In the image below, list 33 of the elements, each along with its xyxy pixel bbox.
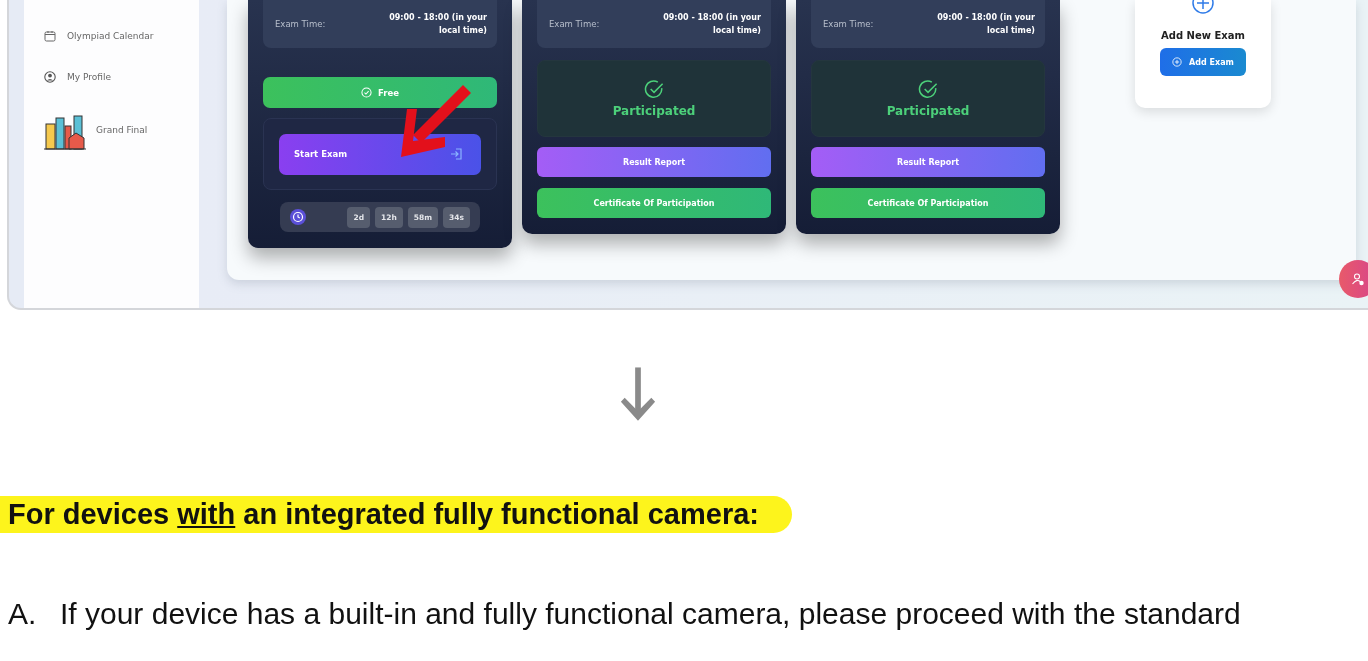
section-heading: For devices with an integrated fully functional camera: [0,496,792,533]
participated-label: Participated [612,104,696,118]
result-report-button[interactable]: Result Report [811,147,1045,177]
user-icon [1351,272,1365,286]
plus-circle-icon [1172,57,1183,67]
certificate-button[interactable]: Certificate Of Participation [811,188,1045,218]
sidebar-item[interactable]: Olympiad Calendar [67,31,154,41]
certificate-button[interactable]: Certificate Of Participation [537,188,771,218]
exam-time-label: Exam Time: [823,19,874,29]
start-exam-button[interactable]: Start Exam [279,133,481,175]
support-button[interactable] [1339,260,1368,298]
exam-time-label: Exam Time: [275,19,326,29]
free-label: Free [378,87,399,98]
profile-icon[interactable] [44,71,56,83]
check-circle-icon [361,87,372,98]
result-report-button[interactable]: Result Report [537,147,771,177]
participated-label: Participated [886,104,970,118]
sidebar-item[interactable]: Grand Final [96,125,148,135]
exam-time-value: 09:00 - 18:00 (in your local time) [936,12,1035,37]
check-circle-icon [917,79,939,100]
login-icon [449,147,463,161]
sidebar-item[interactable]: My Profile [67,72,111,82]
exam-time-value: 09:00 - 18:00 (in your local time) [662,12,761,37]
add-exam-button[interactable]: Add Exam [1160,48,1246,76]
step-text: If your device has a built-in and fully functional camera, please proceed with the standard [60,597,1241,631]
clock-icon [290,209,306,225]
exam-time-value: 09:00 - 18:00 (in your local time) [388,12,487,37]
down-arrow-icon [619,367,657,423]
calendar-icon[interactable] [44,30,56,42]
add-exam-title: Add New Exam [1161,30,1245,41]
check-circle-icon [643,79,665,100]
list-marker: A. [7,597,38,631]
exam-time-label: Exam Time: [549,19,600,29]
